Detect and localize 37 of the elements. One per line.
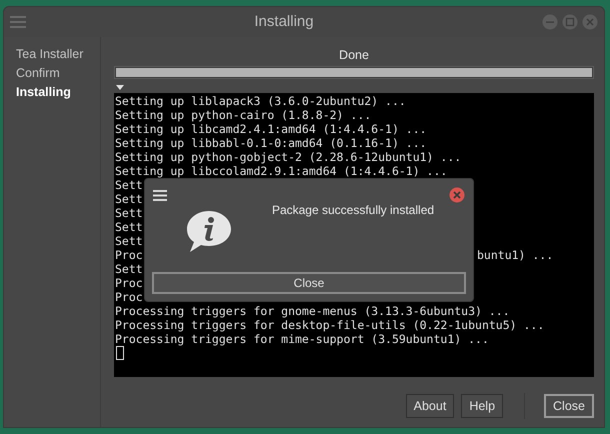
terminal-line: Sett (115, 206, 143, 220)
expander-arrow-icon[interactable] (116, 85, 124, 90)
terminal-line: Processing triggers for desktop-file-utils (0.22-1ubuntu5) ... (115, 318, 544, 332)
maximize-icon[interactable] (562, 14, 578, 30)
sidebar-item[interactable]: Tea Installer (16, 46, 100, 62)
status-label: Done (339, 47, 369, 63)
dialog-button[interactable]: Help (461, 394, 504, 418)
sidebar-item[interactable]: Installing (16, 84, 100, 100)
terminal-line: Proc (115, 290, 143, 304)
terminal-line: Setting up libbabl-0.1-0:amd64 (0.1.16-1) ... (115, 136, 427, 150)
close-icon[interactable] (582, 14, 598, 30)
window-title: Installing (254, 12, 314, 32)
terminal-line: Proc (115, 276, 143, 290)
terminal-line: Sett (115, 220, 143, 234)
terminal-line: Sett (115, 262, 143, 276)
dialog-message: Package successfully installed (272, 203, 434, 217)
terminal-line: Setting up libcamd2.4.1:amd64 (1:4.4.6-1) ... (115, 122, 427, 136)
terminal-line: Sett (115, 192, 143, 206)
terminal-line: Sett (115, 234, 143, 248)
terminal-line: Sett (115, 178, 143, 192)
terminal-line: Setting up liblapack3 (3.6.0-2ubuntu2) ... (115, 94, 406, 108)
close-button[interactable]: Close (544, 394, 594, 418)
dialog-button[interactable]: About (406, 394, 454, 418)
sidebar-item[interactable]: Confirm (16, 65, 100, 81)
dialog-close-button[interactable]: Close (152, 272, 466, 294)
minimize-icon[interactable] (542, 14, 558, 30)
terminal-line: Setting up libccolamd2.9.1:amd64 (1:4.4.6-1) ... (115, 164, 448, 178)
terminal-line: Processing triggers for mime-support (3.59ubuntu1) ... (115, 332, 489, 346)
info-speech-bubble-icon (185, 209, 233, 253)
terminal-line: Setting up python-gobject-2 (2.28.6-12ubuntu1) ... (115, 150, 462, 164)
close-icon[interactable] (449, 187, 465, 203)
terminal-line: Setting up python-cairo (1.8.8-2) ... (115, 108, 372, 122)
terminal-line: Proc (115, 248, 144, 262)
menu-icon[interactable] (153, 190, 167, 200)
terminal-line: Processing triggers for gnome-menus (3.13.3-6ubuntu3) ... (115, 304, 510, 318)
text-cursor (116, 346, 124, 360)
terminal-line: buntu1) ... (477, 248, 554, 262)
